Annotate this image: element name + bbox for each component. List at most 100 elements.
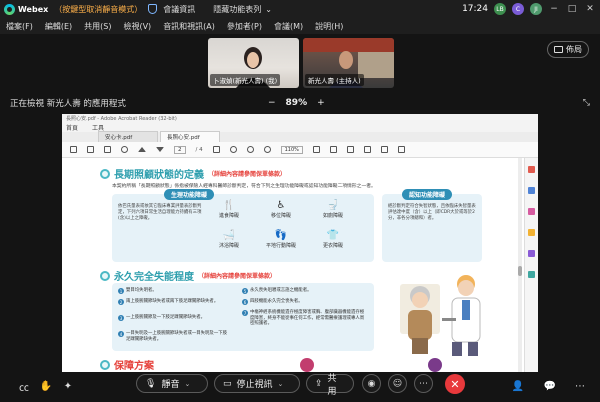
chevron-down-icon: ⌄: [265, 4, 272, 14]
captions-icon[interactable]: ㏄: [16, 378, 32, 394]
layout-button[interactable]: 佈局: [547, 41, 589, 58]
share-label: 共用: [327, 373, 337, 397]
heading-permanent-disability: 永久完全失能程度: [114, 272, 194, 283]
stop-video-button[interactable]: ▭ 停止視訊 ⌄: [214, 374, 300, 393]
participants-icon[interactable]: 👤: [510, 378, 526, 394]
shield-icon[interactable]: [148, 4, 158, 14]
comment-icon[interactable]: [329, 146, 337, 153]
stop-video-label: 停止視訊: [236, 380, 273, 390]
toilet-icon: 🚽 如廁障礙: [322, 200, 343, 219]
share-button[interactable]: ⇪ 共用: [306, 374, 354, 397]
save-icon[interactable]: [70, 146, 77, 153]
share-screen-icon: ⇪: [315, 378, 323, 389]
mute-mode-notice: （按鍵型取消靜音模式）: [54, 4, 143, 14]
hide-menu-label: 隱藏功能表列: [213, 4, 262, 14]
comment-tool-icon[interactable]: [528, 229, 535, 236]
webex-logo-icon: [4, 3, 15, 15]
more-menu-icon[interactable]: ⋯: [572, 378, 588, 394]
share-icon[interactable]: [397, 146, 405, 153]
acrobat-home-tab[interactable]: 首頁: [66, 123, 78, 132]
mute-button[interactable]: 🎙 靜音 ⌄: [136, 374, 208, 393]
reactions-icon[interactable]: ✋: [38, 378, 54, 394]
menu-audio-video[interactable]: 音訊和視訊(A): [163, 21, 215, 32]
heading-note: （詳細內容請參閱保單條款）: [208, 171, 287, 178]
app-brand: Webex: [4, 3, 48, 15]
participant-label: 卜淑媜(新光人壽) (我): [210, 74, 281, 86]
plan-icon: [300, 358, 314, 372]
create-pdf-icon[interactable]: [528, 187, 535, 194]
menu-view[interactable]: 檢視(V): [123, 21, 151, 32]
zoom-out-button[interactable]: −: [268, 98, 276, 108]
scrollbar-thumb[interactable]: [518, 266, 522, 276]
scrollbar[interactable]: [518, 158, 522, 372]
zoom-value[interactable]: 89%: [286, 98, 308, 108]
shrink-view-icon[interactable]: ⤡: [583, 98, 590, 108]
acrobat-doc-tabs: 安心卡.pdf 長照心安.pdf: [62, 131, 538, 142]
list-item: 6 四肢機能永久完全喪失者。: [242, 299, 303, 305]
chat-icon[interactable]: 💬: [542, 378, 558, 394]
hand-tool-icon[interactable]: [229, 146, 237, 153]
edit-pdf-icon[interactable]: [528, 208, 535, 215]
meeting-info-link[interactable]: 會議資訊: [163, 4, 195, 15]
doc-tab[interactable]: 安心卡.pdf: [98, 131, 158, 142]
fill-sign-icon[interactable]: [528, 250, 535, 257]
close-icon[interactable]: ✕: [584, 4, 596, 14]
sign-icon[interactable]: [380, 146, 388, 153]
zoom-in-button[interactable]: +: [317, 98, 325, 108]
microphone-icon: 🎙: [145, 378, 157, 389]
avatar[interactable]: C: [512, 3, 524, 15]
zoom-in-icon[interactable]: [263, 146, 271, 153]
layout-label: 佈局: [566, 45, 582, 54]
export-pdf-icon[interactable]: [528, 166, 535, 173]
cognitive-title: 認知功能障礙: [402, 189, 453, 200]
more-options-button[interactable]: ⋯: [414, 374, 433, 393]
camera-icon: ▭: [223, 378, 232, 389]
maximize-icon[interactable]: □: [566, 4, 578, 14]
menu-file[interactable]: 檔案(F): [6, 21, 33, 32]
chevron-down-icon[interactable]: ⌄: [278, 380, 284, 388]
heading-ltc-definition: 長期照顧狀態的定義: [114, 170, 204, 181]
walking-icon: 👣 平地行動障礙: [265, 230, 296, 249]
zoom-select[interactable]: 110%: [280, 145, 303, 154]
plan-icon: [428, 358, 442, 372]
doc-tab-active[interactable]: 長照心安.pdf: [160, 131, 220, 142]
hide-menu-dropdown[interactable]: 隱藏功能表列 ⌄: [205, 4, 280, 15]
heading-note: （詳細內容請參閱保單條款）: [198, 273, 277, 280]
leave-meeting-button[interactable]: ✕: [445, 374, 465, 394]
reactions-button[interactable]: ☺: [388, 374, 407, 393]
avatar[interactable]: JI: [530, 3, 542, 15]
print-icon[interactable]: [104, 146, 111, 153]
pen-icon[interactable]: [346, 146, 354, 153]
prev-page-icon[interactable]: [138, 147, 146, 152]
heading-bullet-icon: [100, 359, 110, 370]
bath-icon: 🛁 沐浴障礙: [218, 230, 239, 249]
zoom-out-icon[interactable]: [246, 146, 254, 153]
pdf-page: 長期照顧狀態的定義 （詳細內容請參閱保單條款） 本契約所稱「長期照顧狀態」係指被…: [92, 158, 502, 372]
select-tool-icon[interactable]: [212, 146, 220, 153]
participant-video-self[interactable]: 卜淑媜(新光人壽) (我): [208, 38, 299, 88]
record-button[interactable]: ◉: [362, 374, 381, 393]
menu-participants[interactable]: 參加者(P): [227, 21, 262, 32]
participant-label: 新光人壽 (主持人): [305, 74, 364, 86]
highlights-icon[interactable]: ✦: [60, 378, 76, 394]
fit-page-icon[interactable]: [312, 146, 320, 153]
next-page-icon[interactable]: [156, 147, 164, 152]
more-tools-icon[interactable]: [528, 271, 535, 278]
page-number-input[interactable]: 2: [174, 145, 186, 154]
menu-help[interactable]: 說明(H): [315, 21, 343, 32]
chevron-down-icon[interactable]: ⌄: [184, 380, 190, 388]
menu-bar: 檔案(F) 編輯(E) 共用(S) 檢視(V) 音訊和視訊(A) 參加者(P) …: [0, 18, 600, 34]
search-icon[interactable]: [121, 146, 128, 153]
record-icon: ◉: [367, 378, 376, 389]
avatar[interactable]: LB: [494, 3, 506, 15]
list-item: 2 兩上肢腕關節缺失者或兩下肢足踝關節缺失者。: [118, 299, 219, 305]
participant-video-host[interactable]: 新光人壽 (主持人): [303, 38, 394, 88]
highlight-icon[interactable]: [363, 146, 371, 153]
menu-share[interactable]: 共用(S): [84, 21, 111, 32]
page-count: / 4: [195, 146, 203, 153]
minimize-icon[interactable]: −: [548, 4, 560, 14]
bookmark-icon[interactable]: [87, 146, 94, 153]
shared-screen[interactable]: 長照心安.pdf - Adobe Acrobat Reader (32-bit)…: [62, 114, 538, 372]
menu-meeting[interactable]: 會議(M): [274, 21, 303, 32]
menu-edit[interactable]: 編輯(E): [45, 21, 72, 32]
